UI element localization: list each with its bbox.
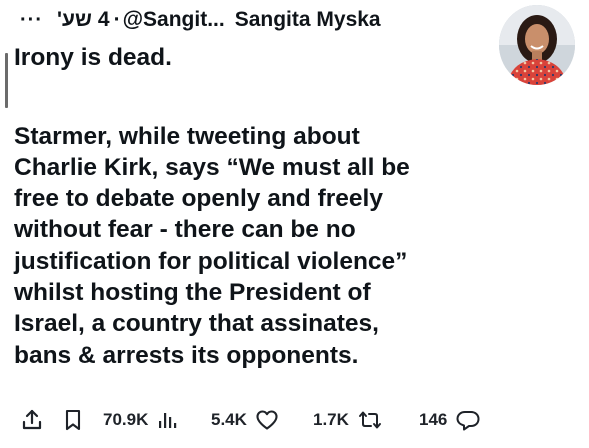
separator-dot: · [113,8,121,31]
views-button[interactable]: 70.9K [103,402,178,438]
views-icon [159,413,177,428]
timestamp-unit: שע' [56,8,92,31]
share-icon [22,409,42,430]
repost-count: 1.7K [313,410,349,429]
more-options-button[interactable]: ··· [20,9,43,32]
like-count: 5.4K [211,410,247,429]
avatar[interactable] [499,5,575,85]
repost-button[interactable]: 1.7K [313,402,383,438]
heart-icon [256,410,278,430]
author-display-name[interactable]: Sangita Myska [235,8,381,32]
bookmark-button[interactable] [62,402,84,438]
tweet-timestamp[interactable]: שע' [57,8,92,32]
repost-icon [358,411,381,429]
tweet-text-line: bans & arrests its opponents. [14,341,359,369]
timestamp-number: 4 [97,8,110,31]
text-cursor-marker [5,53,8,108]
bookmark-icon [65,409,81,431]
tweet-text-line: whilst hosting the President of [14,279,371,307]
tweet-text-line: free to debate openly and freely [14,185,383,213]
tweet-text-line: Irony is dead. [14,44,172,71]
tweet-text-line: Charlie Kirk, says “We must all be [14,153,410,181]
tweet-text-line: justification for political violence” [14,247,408,275]
tweet-text: Irony is dead. Starmer, while tweeting a… [14,42,484,371]
tweet-text-line: without fear - there can be no [14,216,356,244]
tweet-text-line: Starmer, while tweeting about [14,122,360,150]
author-handle[interactable]: @Sangit... [123,8,225,32]
avatar-image [499,5,575,85]
reply-icon [456,411,480,431]
reply-count: 146 [419,410,448,429]
views-count: 70.9K [103,410,149,429]
tweet-text-line: Israel, a country that assinates, [14,310,379,338]
tweet-header: ··· שע' 4 · @Sangit... Sangita Myska [20,6,490,34]
reply-button[interactable]: 146 [419,402,481,438]
tweet-screenshot: ··· שע' 4 · @Sangit... Sangita Myska Iro… [0,0,589,448]
share-button[interactable] [20,402,44,438]
like-button[interactable]: 5.4K [211,402,279,438]
tweet-action-bar: 70.9K 5.4K 1.7K 146 [0,402,589,438]
